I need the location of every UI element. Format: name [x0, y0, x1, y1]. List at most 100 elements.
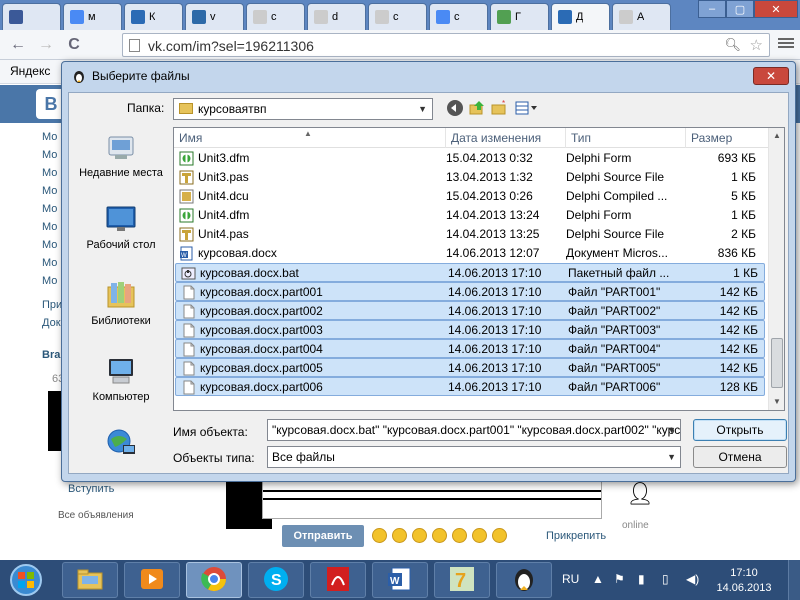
file-row[interactable]: Unit4.pas 14.04.2013 13:25 Delphi Source F…: [174, 225, 770, 244]
browser-tab[interactable]: К: [124, 3, 183, 30]
reload-button[interactable]: C: [64, 35, 84, 55]
vk-menu-item[interactable]: Мо: [42, 185, 57, 197]
emoji-icon[interactable]: [372, 528, 387, 543]
browser-tab[interactable]: Г: [490, 3, 549, 30]
browser-tab[interactable]: Д: [551, 3, 610, 30]
chrome-menu-icon[interactable]: [778, 36, 794, 52]
file-row[interactable]: курсовая.docx.part001 14.06.2013 17:10 Фай…: [175, 282, 765, 301]
taskbar-app-chrome[interactable]: [186, 562, 242, 598]
file-row[interactable]: Wкурсовая.docx 14.06.2013 12:07 Документ M…: [174, 244, 770, 263]
view-menu-icon[interactable]: [513, 99, 541, 119]
new-folder-icon[interactable]: *: [489, 99, 509, 119]
taskbar-app-acrobat[interactable]: [310, 562, 366, 598]
browser-tab[interactable]: с: [246, 3, 305, 30]
chevron-down-icon[interactable]: ▼: [667, 425, 676, 435]
taskbar-app-word[interactable]: W: [372, 562, 428, 598]
emoji-icon[interactable]: [432, 528, 447, 543]
open-button[interactable]: Открыть: [693, 419, 787, 441]
file-row[interactable]: курсовая.docx.part003 14.06.2013 17:10 Фай…: [175, 320, 765, 339]
browser-tab[interactable]: v: [185, 3, 244, 30]
message-input[interactable]: [262, 481, 602, 519]
up-folder-icon[interactable]: [467, 99, 487, 119]
file-row[interactable]: Unit4.dfm 14.04.2013 13:24 Delphi Form 1 КБ: [174, 206, 770, 225]
clock[interactable]: 17:10 14.06.2013: [712, 566, 776, 596]
minimize-button[interactable]: –: [698, 0, 726, 18]
file-row[interactable]: курсовая.docx.part004 14.06.2013 17:10 Фай…: [175, 339, 765, 358]
place-libraries[interactable]: Библиотеки: [75, 279, 167, 327]
browser-tab[interactable]: [2, 3, 61, 30]
place-desktop[interactable]: Рабочий стол: [75, 203, 167, 251]
vk-menu-item[interactable]: Мо: [42, 257, 57, 269]
file-list[interactable]: Имя ▲ Дата изменения Тип Размер Unit3.df…: [173, 127, 785, 411]
vk-menu-item[interactable]: Мо: [42, 149, 57, 161]
browser-tab[interactable]: А: [612, 3, 671, 30]
scroll-up-icon[interactable]: ▲: [769, 128, 785, 144]
file-list-scrollbar[interactable]: ▲ ▼: [768, 128, 784, 410]
signal-icon[interactable]: ▮: [638, 572, 645, 586]
folder-select[interactable]: курсоваятвп ▼: [173, 98, 433, 120]
file-row[interactable]: курсовая.docx.bat 14.06.2013 17:10 Пакетны…: [175, 263, 765, 282]
chevron-down-icon[interactable]: ▼: [667, 452, 676, 462]
volume-icon[interactable]: ◀): [686, 572, 699, 586]
column-name[interactable]: Имя ▲: [174, 128, 446, 148]
filetype-select[interactable]: Все файлы ▼: [267, 446, 681, 468]
vk-menu-item[interactable]: Мо: [42, 167, 57, 179]
place-computer[interactable]: Компьютер: [75, 355, 167, 403]
emoji-icon[interactable]: [472, 528, 487, 543]
taskbar-app-delphi[interactable]: 7: [434, 562, 490, 598]
emoji-icon[interactable]: [492, 528, 507, 543]
column-size[interactable]: Размер: [686, 128, 770, 148]
vk-menu-item[interactable]: Мо: [42, 203, 57, 215]
send-button[interactable]: Отправить: [282, 525, 364, 547]
taskbar-app-tux[interactable]: [496, 562, 552, 598]
tray-expand-icon[interactable]: ▲: [592, 572, 604, 586]
back-arrow-icon[interactable]: [445, 99, 465, 119]
browser-tab[interactable]: м: [63, 3, 122, 30]
vk-menu-item[interactable]: Мо: [42, 221, 57, 233]
taskbar-app-media-player[interactable]: [124, 562, 180, 598]
bookmark-star-icon[interactable]: ☆: [750, 36, 763, 54]
emoji-icon[interactable]: [412, 528, 427, 543]
file-row[interactable]: Unit4.dcu 15.04.2013 0:26 Delphi Compiled …: [174, 187, 770, 206]
language-indicator[interactable]: RU: [562, 572, 579, 586]
file-row[interactable]: Unit3.pas 13.04.2013 1:32 Delphi Source Fi…: [174, 168, 770, 187]
vk-menu-item[interactable]: Мо: [42, 239, 57, 251]
taskbar-app-skype[interactable]: S: [248, 562, 304, 598]
all-ads-link[interactable]: Все объявления: [58, 510, 134, 521]
column-date[interactable]: Дата изменения: [446, 128, 566, 148]
action-center-icon[interactable]: ⚑: [614, 572, 625, 586]
dialog-close-button[interactable]: ✕: [753, 67, 789, 85]
browser-tab[interactable]: d: [307, 3, 366, 30]
browser-tab[interactable]: с: [429, 3, 488, 30]
forward-button[interactable]: →: [36, 35, 56, 55]
join-link[interactable]: Вступить: [68, 483, 114, 495]
battery-icon[interactable]: ▯: [662, 572, 669, 586]
vk-menu-item[interactable]: Мо: [42, 275, 57, 287]
file-row[interactable]: Unit3.dfm 15.04.2013 0:32 Delphi Form 693 К…: [174, 149, 770, 168]
file-row[interactable]: курсовая.docx.part005 14.06.2013 17:10 Фай…: [175, 358, 765, 377]
filename-input[interactable]: "курсовая.docx.bat" "курсовая.docx.part0…: [267, 419, 681, 441]
place-recent-places[interactable]: Недавние места: [75, 131, 167, 179]
scroll-down-icon[interactable]: ▼: [769, 394, 785, 410]
show-desktop-button[interactable]: [788, 560, 800, 600]
column-type[interactable]: Тип: [566, 128, 686, 148]
bookmark-yandex[interactable]: Яндекс: [10, 64, 50, 78]
close-window-button[interactable]: ✕: [754, 0, 798, 18]
file-row[interactable]: курсовая.docx.part002 14.06.2013 17:10 Фай…: [175, 301, 765, 320]
cancel-button[interactable]: Отмена: [693, 446, 787, 468]
place-network[interactable]: [75, 427, 167, 463]
attach-link[interactable]: Прикрепить: [546, 530, 606, 542]
scrollbar-thumb[interactable]: [771, 338, 783, 388]
emoji-icon[interactable]: [452, 528, 467, 543]
vk-menu-item[interactable]: Док: [42, 317, 61, 329]
browser-tab[interactable]: с: [368, 3, 427, 30]
vk-menu-item[interactable]: Мо: [42, 131, 57, 143]
back-button[interactable]: ←: [8, 35, 28, 55]
maximize-button[interactable]: ▢: [726, 0, 754, 18]
file-row[interactable]: курсовая.docx.part006 14.06.2013 17:10 Фай…: [175, 377, 765, 396]
search-icon[interactable]: 🔍︎: [724, 37, 741, 53]
taskbar-app-explorer[interactable]: [62, 562, 118, 598]
emoji-icon[interactable]: [392, 528, 407, 543]
vk-menu-item[interactable]: При: [42, 299, 62, 311]
start-button[interactable]: [4, 561, 48, 599]
